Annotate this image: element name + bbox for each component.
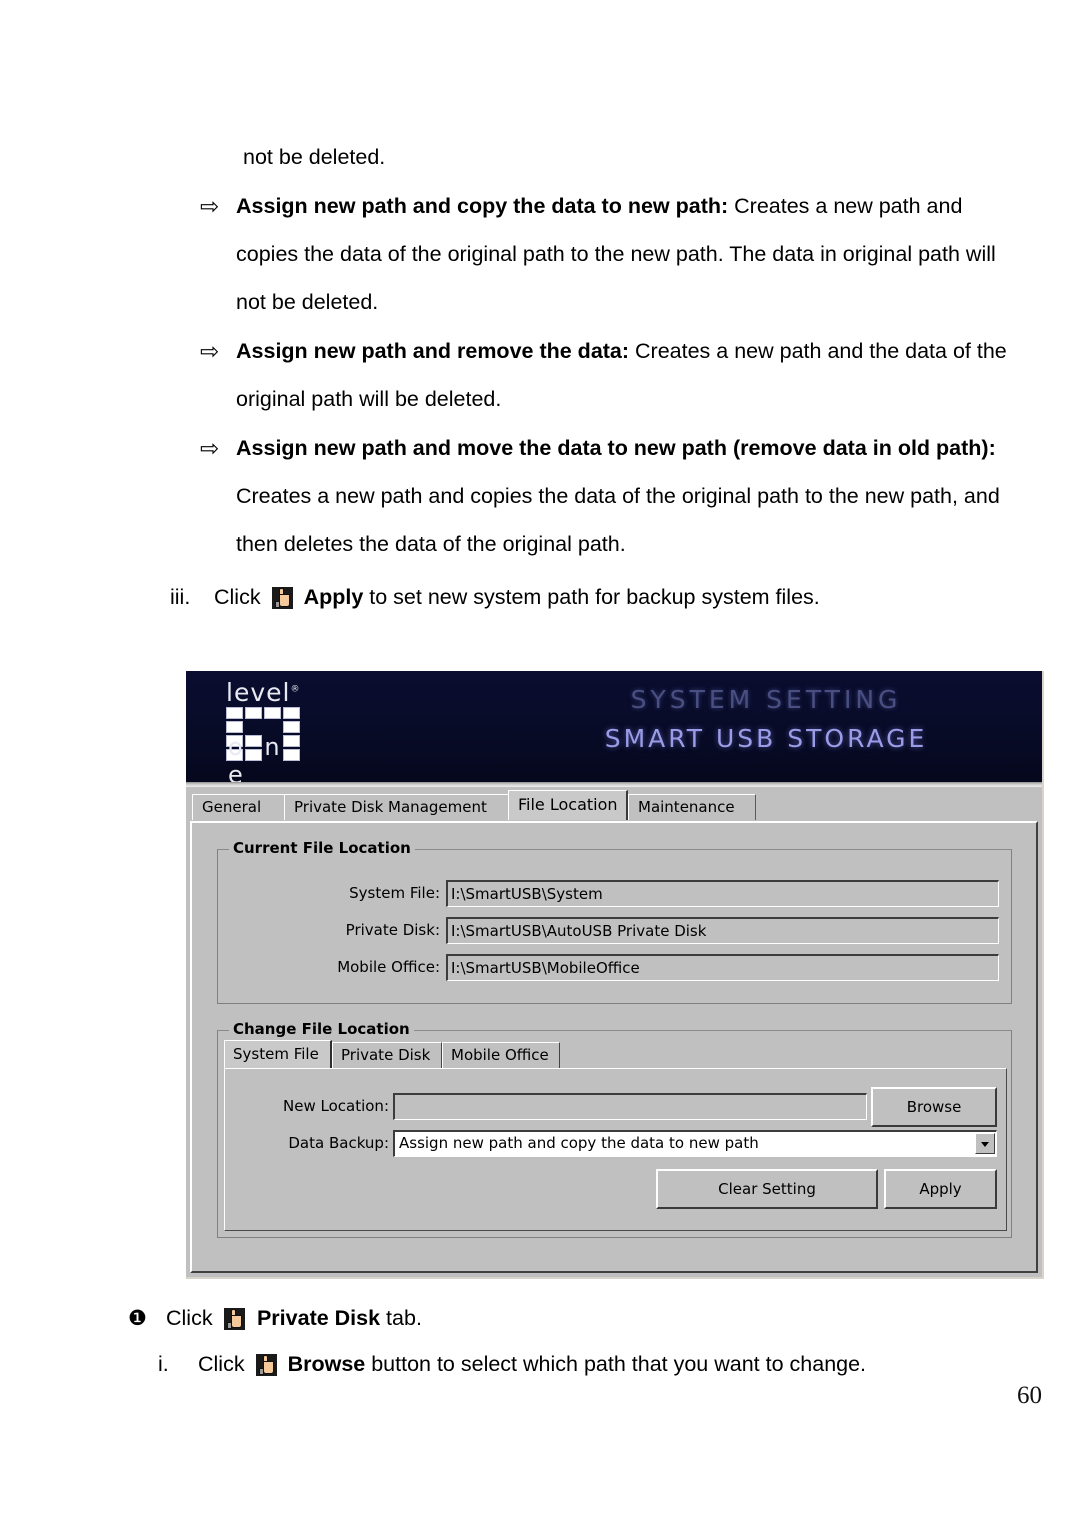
app-subtitle: SMART USB STORAGE [604, 724, 928, 753]
mobile-office-label: Mobile Office: [337, 958, 440, 976]
current-file-location-group: Current File Location System File: I:\Sm… [217, 839, 1012, 1004]
step-target: Browse [287, 1352, 366, 1376]
step-description: tab. [380, 1306, 422, 1330]
bullet-text: Assign new path and move the data to new… [236, 424, 1021, 568]
levelone-logo: level® o n e [218, 677, 318, 787]
page-number: 60 [1017, 1382, 1042, 1409]
tab-maintenance[interactable]: Maintenance [628, 794, 756, 820]
tab-private-disk-management[interactable]: Private Disk Management [284, 794, 510, 820]
bullet-description: Creates a new path and copies the data o… [236, 484, 1000, 556]
app-banner: level® o n e SYSTEM SETTING SMART USB ST… [186, 671, 1042, 787]
step-description: to set new system path for backup system… [363, 585, 820, 609]
inner-tab-mobile-office[interactable]: Mobile Office [442, 1042, 560, 1068]
group-title: Current File Location [229, 839, 415, 857]
private-disk-label: Private Disk: [345, 921, 440, 939]
step-iii: iii. Click Apply to set new system path f… [170, 573, 820, 621]
application-screenshot: level® o n e SYSTEM SETTING SMART USB ST… [186, 671, 1044, 1279]
bullet-text: Assign new path and copy the data to new… [236, 182, 1011, 326]
field-row-mobile-office: Mobile Office: I:\SmartUSB\MobileOffice [218, 954, 999, 981]
change-file-location-group: Change File Location System File Private… [217, 1020, 1012, 1238]
group-title: Change File Location [229, 1020, 414, 1038]
chevron-down-icon[interactable] [975, 1133, 995, 1154]
step-marker: i. [158, 1352, 169, 1376]
field-row-private-disk: Private Disk: I:\SmartUSB\AutoUSB Privat… [218, 917, 999, 944]
apply-button[interactable]: Apply [884, 1169, 997, 1209]
paragraph-continuation: not be deleted. [243, 145, 386, 169]
main-tab-strip: General Private Disk Management File Loc… [190, 790, 1038, 820]
field-row-system-file: System File: I:\SmartUSB\System [218, 880, 999, 907]
new-location-label: New Location: [283, 1097, 389, 1115]
bullet-item: ⇨ Assign new path and copy the data to n… [200, 182, 1020, 326]
field-row-data-backup: Data Backup: Assign new path and copy th… [225, 1130, 998, 1157]
bullet-text: Assign new path and remove the data: Cre… [236, 327, 1011, 423]
new-location-input[interactable] [393, 1093, 867, 1120]
app-title: SYSTEM SETTING [630, 685, 902, 714]
browse-button[interactable]: Browse [871, 1087, 997, 1127]
bullet-term: Assign new path and copy the data to new… [236, 194, 729, 218]
arrow-bullet-icon: ⇨ [200, 338, 220, 364]
system-file-label: System File: [349, 884, 440, 902]
banner-divider [186, 782, 1042, 787]
step-verb: Click [166, 1306, 213, 1330]
change-location-tab-strip: System File Private Disk Mobile Office [224, 1040, 560, 1068]
step-verb: Click [198, 1352, 245, 1376]
inner-tab-system-file[interactable]: System File [224, 1040, 332, 1068]
arrow-bullet-icon: ⇨ [200, 435, 220, 461]
bullet-item: ⇨ Assign new path and move the data to n… [200, 424, 1030, 568]
logo-wordmark-top: level® [226, 678, 301, 707]
step-target: Apply [303, 585, 364, 609]
step-description: button to select which path that you wan… [365, 1352, 867, 1376]
hand-pointer-icon [255, 1354, 277, 1376]
field-row-new-location: New Location: Browse [225, 1087, 998, 1127]
step-marker: iii. [170, 585, 191, 609]
arrow-bullet-icon: ⇨ [200, 193, 220, 219]
inner-tab-private-disk[interactable]: Private Disk [332, 1042, 442, 1068]
data-backup-selected-value: Assign new path and copy the data to new… [399, 1134, 759, 1152]
logo-wordmark-bottom: o n e [228, 733, 287, 787]
file-location-panel: Current File Location System File: I:\Sm… [190, 821, 1038, 1273]
clear-setting-button[interactable]: Clear Setting [656, 1169, 878, 1209]
step-target: Private Disk [256, 1306, 381, 1330]
private-disk-value: I:\SmartUSB\AutoUSB Private Disk [446, 917, 999, 944]
mobile-office-value: I:\SmartUSB\MobileOffice [446, 954, 999, 981]
hand-pointer-icon [271, 587, 293, 609]
registered-mark-icon: ® [290, 684, 301, 695]
tab-file-location[interactable]: File Location [508, 790, 628, 820]
system-file-value: I:\SmartUSB\System [446, 880, 999, 907]
banner-titles: SYSTEM SETTING SMART USB STORAGE [516, 685, 1016, 753]
bullet-term: Assign new path and remove the data: [236, 339, 630, 363]
system-file-tab-panel: New Location: Browse Data Backup: Assign… [224, 1068, 1007, 1231]
data-backup-select[interactable]: Assign new path and copy the data to new… [393, 1130, 997, 1157]
hand-pointer-icon [224, 1308, 246, 1330]
tab-general[interactable]: General [192, 794, 285, 820]
bullet-term: Assign new path and move the data to new… [236, 436, 996, 460]
step-verb: Click [214, 585, 261, 609]
step-two: ❶ Click Private Disk tab. [128, 1294, 422, 1342]
data-backup-label: Data Backup: [288, 1134, 389, 1152]
step-i: i. Click Browse button to select which pa… [158, 1340, 866, 1388]
bullet-item: ⇨ Assign new path and remove the data: C… [200, 327, 1020, 423]
step-marker: ❶ [128, 1306, 147, 1330]
